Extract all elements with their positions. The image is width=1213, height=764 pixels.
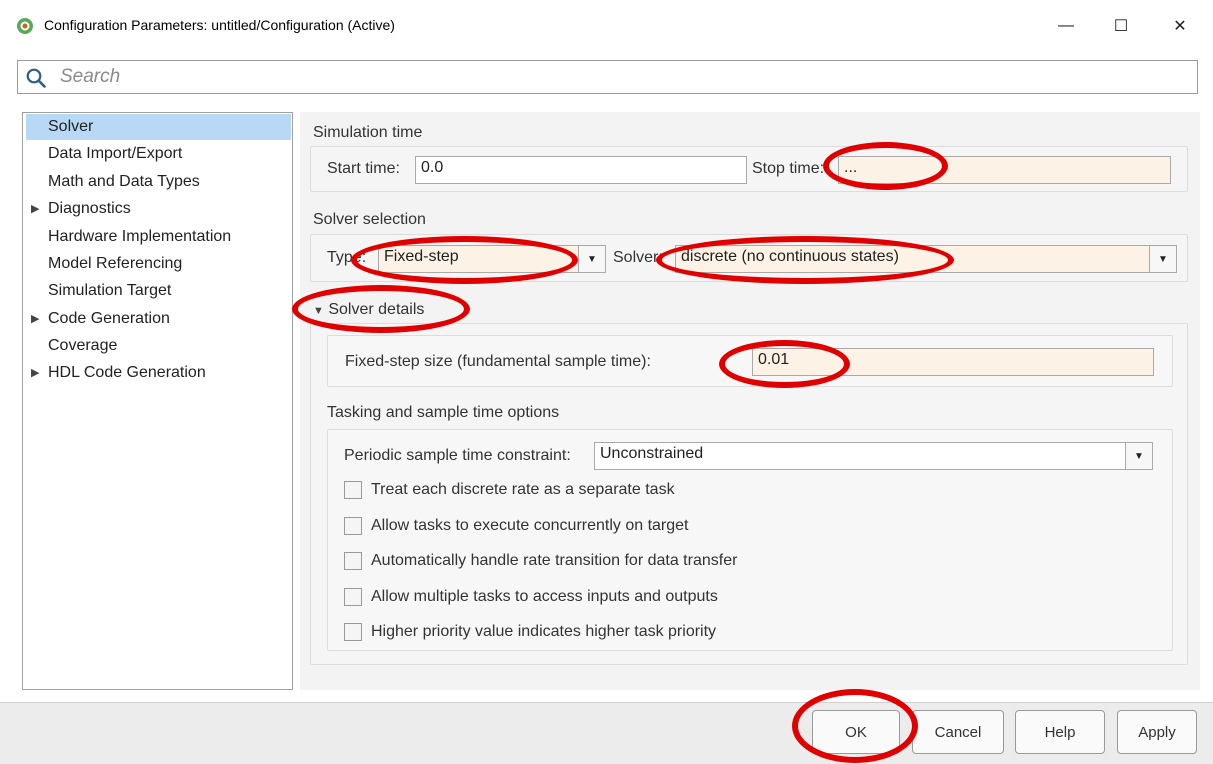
- matlab-config-icon: [17, 18, 33, 34]
- search-input[interactable]: Search: [17, 60, 1198, 94]
- nav-item-label: Code Generation: [48, 310, 170, 327]
- separate-task-checkbox[interactable]: [344, 481, 362, 499]
- rate-transition-label[interactable]: Automatically handle rate transition for…: [371, 552, 737, 570]
- nav-item-label: HDL Code Generation: [48, 364, 206, 381]
- constraint-label: Periodic sample time constraint:: [344, 447, 571, 464]
- stop-time-input[interactable]: ...: [838, 156, 1171, 184]
- step-size-group: Fixed-step size (fundamental sample time…: [327, 335, 1173, 387]
- nav-item-code-generation[interactable]: ▶ Code Generation: [23, 306, 292, 332]
- cancel-button[interactable]: Cancel: [912, 710, 1004, 754]
- nav-item-label: Diagnostics: [48, 200, 131, 217]
- priority-label[interactable]: Higher priority value indicates higher t…: [371, 623, 716, 641]
- nav-item-label: Simulation Target: [48, 282, 172, 299]
- tasking-heading: Tasking and sample time options: [327, 404, 560, 421]
- chevron-down-icon[interactable]: ▼: [1125, 443, 1152, 469]
- solver-selection-heading: Solver selection: [313, 211, 426, 228]
- step-size-input[interactable]: 0.01: [752, 348, 1154, 376]
- rate-transition-checkbox[interactable]: [344, 552, 362, 570]
- nav-item-data-import-export[interactable]: Data Import/Export: [23, 141, 292, 167]
- expand-arrow-icon[interactable]: ▶: [31, 196, 39, 222]
- solver-type-value: Fixed-step: [384, 248, 459, 265]
- stop-time-label: Stop time:: [752, 160, 825, 177]
- nav-item-diagnostics[interactable]: ▶ Diagnostics: [23, 196, 292, 222]
- solver-label: Solver:: [613, 249, 663, 266]
- ok-button[interactable]: OK: [812, 710, 900, 754]
- solver-selection-group: Type: Fixed-step ▼ Solver: discrete (no …: [310, 234, 1188, 282]
- constraint-dropdown[interactable]: Unconstrained ▼: [594, 442, 1153, 470]
- constraint-value: Unconstrained: [600, 445, 704, 462]
- expand-arrow-icon[interactable]: ▶: [31, 360, 39, 386]
- dialog-button-bar: OK Cancel Help Apply: [0, 702, 1213, 764]
- start-time-label: Start time:: [327, 160, 400, 177]
- multiple-tasks-io-checkbox[interactable]: [344, 588, 362, 606]
- priority-checkbox[interactable]: [344, 623, 362, 641]
- apply-button[interactable]: Apply: [1117, 710, 1197, 754]
- collapse-arrow-icon: ▼: [313, 305, 324, 317]
- help-button[interactable]: Help: [1015, 710, 1105, 754]
- nav-item-label: Coverage: [48, 337, 118, 354]
- expand-arrow-icon[interactable]: ▶: [31, 306, 39, 332]
- category-tree: Solver Data Import/Export Math and Data …: [22, 112, 293, 690]
- solver-settings-panel: Simulation time Start time: 0.0 Stop tim…: [300, 112, 1200, 690]
- nav-item-label: Model Referencing: [48, 255, 183, 272]
- step-size-label: Fixed-step size (fundamental sample time…: [345, 353, 651, 370]
- solver-value: discrete (no continuous states): [681, 248, 899, 265]
- separate-task-label[interactable]: Treat each discrete rate as a separate t…: [371, 481, 675, 499]
- nav-item-label: Hardware Implementation: [48, 228, 232, 245]
- nav-item-model-referencing[interactable]: Model Referencing: [23, 251, 292, 277]
- concurrent-tasks-label[interactable]: Allow tasks to execute concurrently on t…: [371, 517, 689, 535]
- nav-item-simulation-target[interactable]: Simulation Target: [23, 278, 292, 304]
- chevron-down-icon[interactable]: ▼: [1149, 246, 1176, 272]
- solver-details-group: Fixed-step size (fundamental sample time…: [310, 323, 1188, 665]
- simulation-time-heading: Simulation time: [313, 124, 423, 141]
- nav-item-solver[interactable]: Solver: [26, 114, 291, 140]
- nav-item-math-data-types[interactable]: Math and Data Types: [23, 169, 292, 195]
- solver-dropdown[interactable]: discrete (no continuous states) ▼: [675, 245, 1177, 273]
- nav-item-label: Math and Data Types: [48, 173, 200, 190]
- concurrent-tasks-checkbox[interactable]: [344, 517, 362, 535]
- tasking-group: Periodic sample time constraint: Unconst…: [327, 429, 1173, 651]
- nav-item-hdl-code-generation[interactable]: ▶ HDL Code Generation: [23, 360, 292, 386]
- search-icon: [26, 68, 46, 88]
- maximize-button[interactable]: ☐: [1101, 10, 1141, 42]
- nav-item-coverage[interactable]: Coverage: [23, 333, 292, 359]
- nav-item-label: Solver: [48, 118, 94, 135]
- solver-details-toggle[interactable]: ▼ Solver details: [313, 301, 424, 319]
- solver-details-heading: Solver details: [328, 301, 425, 318]
- close-button[interactable]: ✕: [1160, 10, 1200, 42]
- solver-type-label: Type:: [327, 249, 367, 266]
- search-placeholder: Search: [60, 66, 121, 87]
- nav-item-label: Data Import/Export: [48, 145, 183, 162]
- multiple-tasks-io-label[interactable]: Allow multiple tasks to access inputs an…: [371, 588, 718, 606]
- window-title: Configuration Parameters: untitled/Confi…: [44, 17, 395, 33]
- title-bar: Configuration Parameters: untitled/Confi…: [0, 0, 1213, 52]
- chevron-down-icon[interactable]: ▼: [578, 246, 605, 272]
- solver-type-dropdown[interactable]: Fixed-step ▼: [378, 245, 606, 273]
- minimize-button[interactable]: —: [1046, 10, 1086, 42]
- start-time-input[interactable]: 0.0: [415, 156, 747, 184]
- simulation-time-group: Start time: 0.0 Stop time: ...: [310, 146, 1188, 192]
- nav-item-hardware-implementation[interactable]: Hardware Implementation: [23, 224, 292, 250]
